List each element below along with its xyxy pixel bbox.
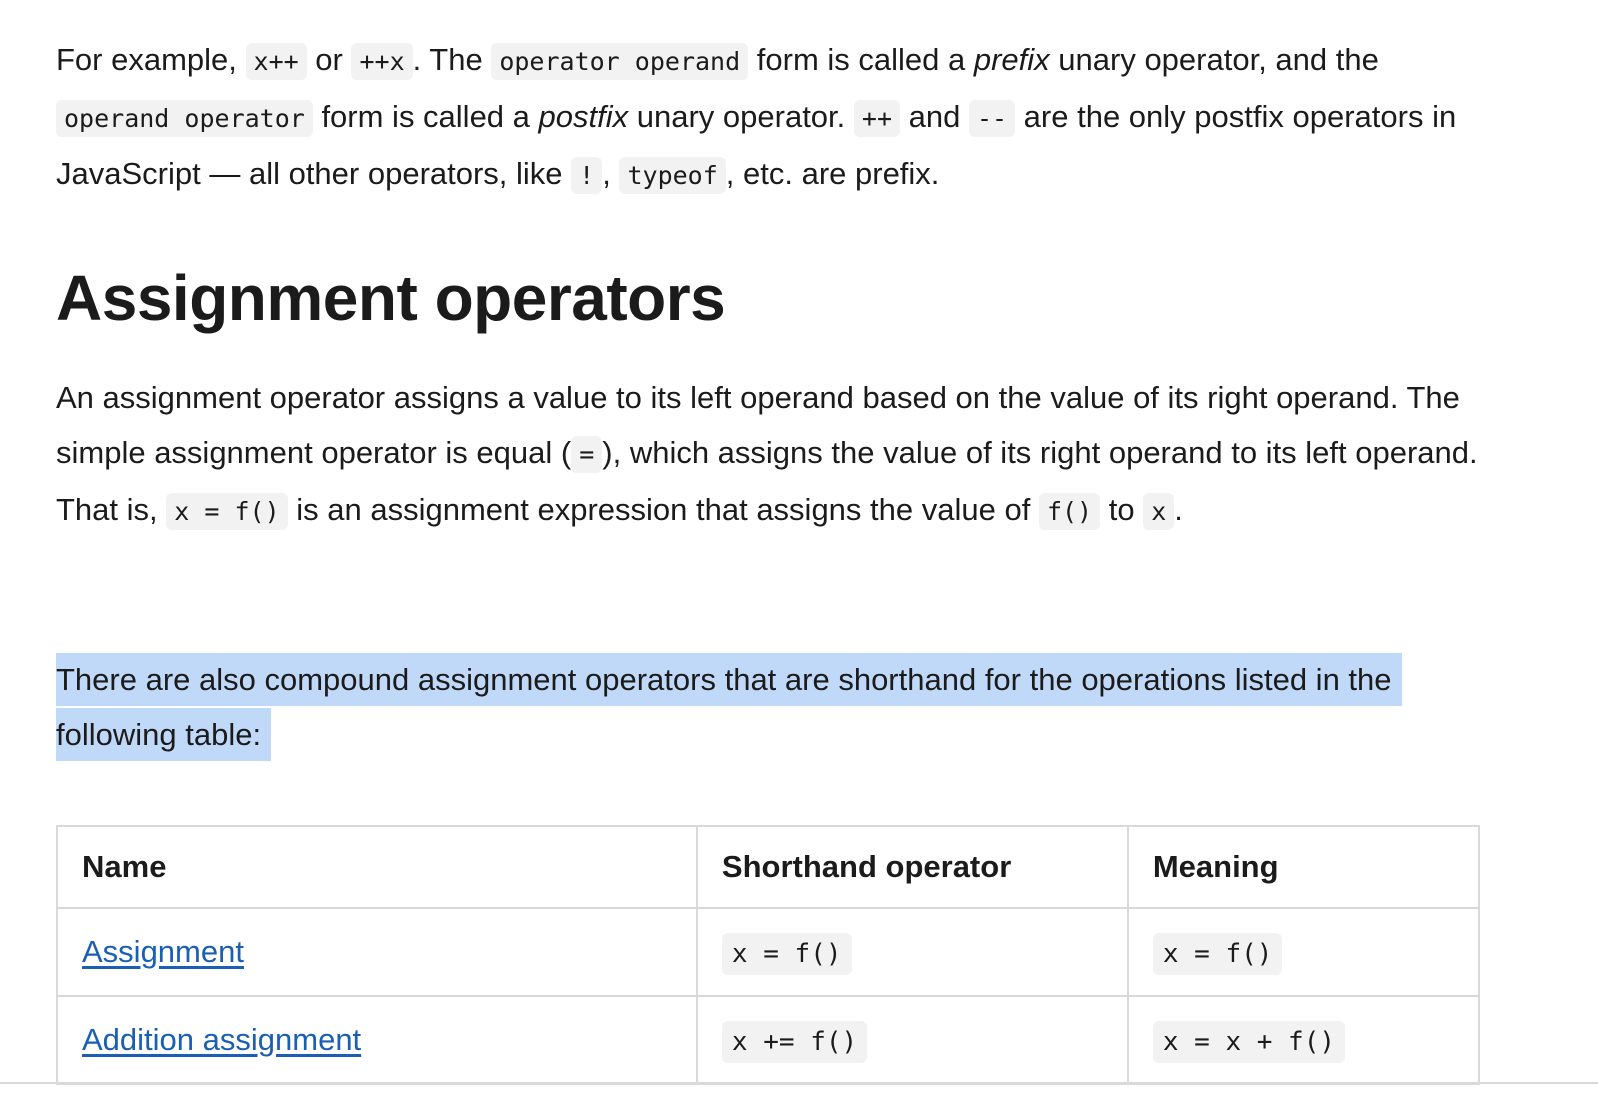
table-cell-name: Assignment bbox=[56, 907, 698, 997]
inline-code: x = x + f() bbox=[1152, 1021, 1346, 1063]
inline-code: ++x bbox=[351, 43, 413, 80]
column-header-meaning: Meaning bbox=[1126, 825, 1481, 909]
table-cell-meaning: x = f() bbox=[1126, 907, 1481, 997]
inline-code: f() bbox=[1038, 493, 1101, 530]
table-row: Addition assignment x += f() x = x + f() bbox=[56, 995, 1481, 1085]
emphasis: prefix bbox=[973, 42, 1050, 77]
text: is an assignment expression that assigns… bbox=[287, 492, 1039, 527]
assignment-link[interactable]: Assignment bbox=[82, 934, 244, 969]
inline-code: x += f() bbox=[721, 1021, 868, 1063]
text: and bbox=[900, 99, 969, 134]
inline-code: -- bbox=[968, 100, 1016, 137]
text: . bbox=[1174, 492, 1183, 527]
text: or bbox=[306, 42, 352, 77]
inline-code: x = f() bbox=[1152, 933, 1283, 975]
text: unary operator. bbox=[628, 99, 854, 134]
text: , etc. are prefix. bbox=[725, 156, 940, 191]
text: form is called a bbox=[748, 42, 974, 77]
table-cell-name: Addition assignment bbox=[56, 995, 698, 1085]
inline-code: operand operator bbox=[56, 100, 313, 137]
inline-code: operator operand bbox=[491, 43, 749, 80]
addition-assignment-link[interactable]: Addition assignment bbox=[82, 1022, 361, 1057]
column-header-shorthand: Shorthand operator bbox=[695, 825, 1129, 909]
inline-code: ++ bbox=[853, 100, 900, 137]
inline-code: = bbox=[571, 436, 603, 473]
inline-code: x = f() bbox=[721, 933, 852, 975]
selected-text[interactable]: There are also compound assignment opera… bbox=[56, 653, 1402, 761]
assignment-paragraph: An assignment operator assigns a value t… bbox=[56, 370, 1486, 539]
inline-code: x++ bbox=[245, 43, 307, 80]
table-cell-shorthand: x += f() bbox=[695, 995, 1129, 1085]
inline-code: ! bbox=[571, 157, 603, 194]
text: to bbox=[1100, 492, 1144, 527]
column-header-name: Name bbox=[56, 825, 698, 909]
intro-paragraph: For example, x++ or ++x. The operator op… bbox=[56, 32, 1486, 203]
text: . The bbox=[412, 42, 492, 77]
text: For example, bbox=[56, 42, 246, 77]
text: , bbox=[602, 156, 620, 191]
text: unary operator, and the bbox=[1049, 42, 1379, 77]
inline-code: typeof bbox=[619, 157, 726, 194]
table-row: Assignment x = f() x = f() bbox=[56, 907, 1481, 997]
inline-code: x bbox=[1143, 493, 1175, 530]
section-heading: Assignment operators bbox=[56, 262, 726, 334]
emphasis: postfix bbox=[538, 99, 629, 134]
viewport-divider bbox=[0, 1082, 1598, 1084]
inline-code: x = f() bbox=[166, 493, 288, 530]
compound-operators-table: Name Shorthand operator Meaning Assignme… bbox=[56, 825, 1481, 1085]
table-cell-meaning: x = x + f() bbox=[1126, 995, 1481, 1085]
compound-paragraph[interactable]: There are also compound assignment opera… bbox=[56, 652, 1466, 762]
table-header-row: Name Shorthand operator Meaning bbox=[56, 825, 1481, 909]
table-cell-shorthand: x = f() bbox=[695, 907, 1129, 997]
text: form is called a bbox=[312, 99, 539, 134]
